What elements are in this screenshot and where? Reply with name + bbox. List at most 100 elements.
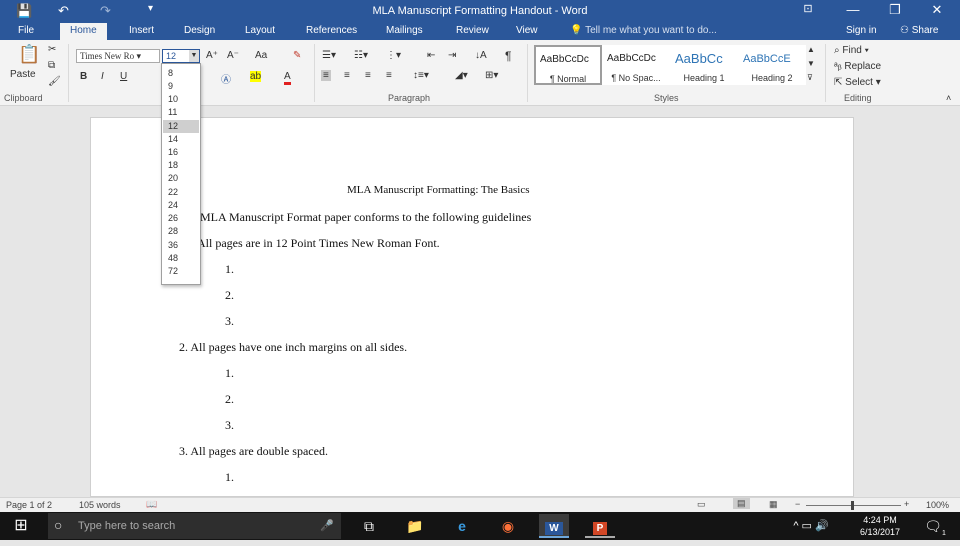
font-size-option[interactable]: 10	[163, 93, 199, 106]
select-button[interactable]: ⇱ Select ▾	[834, 77, 881, 88]
read-mode-icon[interactable]: ▭	[697, 499, 706, 510]
styles-more-icon[interactable]: ⊽	[807, 73, 813, 82]
tab-design[interactable]: Design	[184, 25, 215, 40]
bullets-icon[interactable]: ☰▾	[322, 50, 336, 61]
bold-button[interactable]: B	[80, 71, 87, 82]
format-painter-icon[interactable]: 🖌	[48, 76, 61, 87]
share-button[interactable]: ⚇ Share	[900, 25, 938, 40]
proofing-icon[interactable]: 📖	[146, 499, 157, 510]
tab-mailings[interactable]: Mailings	[386, 25, 423, 40]
shrink-font-icon[interactable]: A⁻	[227, 50, 239, 61]
restore-button[interactable]: ❐	[880, 2, 910, 18]
font-size-option[interactable]: 72	[163, 265, 199, 278]
word-taskbar-icon[interactable]: W	[539, 514, 569, 538]
font-size-option[interactable]: 14	[163, 133, 199, 146]
styles-scroll-down-icon[interactable]: ▼	[807, 59, 815, 68]
tab-review[interactable]: Review	[456, 25, 489, 40]
style-normal[interactable]: AaBbCcDc ¶ Normal	[534, 45, 602, 85]
file-explorer-icon[interactable]: 📁	[400, 514, 430, 538]
tab-view[interactable]: View	[516, 25, 538, 40]
zoom-in-button[interactable]: +	[904, 499, 909, 509]
find-button[interactable]: ⌕ Find ▾	[834, 45, 869, 56]
show-formatting-icon[interactable]: ¶	[505, 49, 511, 63]
grow-font-icon[interactable]: A⁺	[206, 50, 218, 61]
microphone-icon[interactable]: 🎤	[320, 519, 334, 532]
font-size-option[interactable]: 28	[163, 225, 199, 238]
justify-icon[interactable]: ≡	[386, 70, 392, 81]
text-effects-icon[interactable]: Ⓐ	[221, 71, 231, 86]
system-tray-icons[interactable]: ^ ▭ 🔊	[784, 514, 838, 538]
internet-explorer-icon[interactable]: e	[447, 514, 477, 538]
font-size-option[interactable]: 26	[163, 212, 199, 225]
clear-formatting-icon[interactable]: ✎	[293, 50, 301, 61]
sign-in-link[interactable]: Sign in	[846, 25, 877, 40]
cut-icon[interactable]: ✂	[48, 44, 56, 55]
italic-button[interactable]: I	[101, 71, 104, 82]
underline-button[interactable]: U	[120, 71, 127, 82]
font-size-option-selected[interactable]: 12	[163, 120, 199, 133]
sort-icon[interactable]: ↓A	[475, 50, 487, 61]
paste-button[interactable]: Paste	[10, 69, 36, 80]
page-count[interactable]: Page 1 of 2	[6, 500, 52, 510]
numbering-icon[interactable]: ☷▾	[354, 50, 368, 61]
style-no-spacing[interactable]: AaBbCcDc ¶ No Spac...	[602, 45, 670, 85]
borders-icon[interactable]: ⊞▾	[485, 70, 498, 81]
copy-icon[interactable]: ⧉	[48, 60, 55, 71]
print-layout-icon[interactable]: ▤	[733, 498, 750, 509]
font-size-option[interactable]: 16	[163, 146, 199, 159]
word-count[interactable]: 105 words	[79, 500, 121, 510]
increase-indent-icon[interactable]: ⇥	[448, 50, 456, 61]
highlight-icon[interactable]: ab	[250, 71, 262, 82]
windows-start-icon[interactable]: ⊞	[6, 514, 36, 538]
font-size-option[interactable]: 36	[163, 239, 199, 252]
align-center-icon[interactable]: ≡	[344, 70, 350, 81]
font-size-option[interactable]: 9	[163, 80, 199, 93]
cursor-icon: ⇱	[834, 77, 846, 88]
tab-references[interactable]: References	[306, 25, 357, 40]
shading-icon[interactable]: ◢▾	[455, 70, 468, 81]
zoom-level[interactable]: 100%	[926, 500, 949, 510]
font-size-option[interactable]: 24	[163, 199, 199, 212]
collapse-ribbon-icon[interactable]: ˄	[946, 93, 951, 103]
tab-home[interactable]: Home	[60, 23, 107, 40]
change-case-icon[interactable]: Aa	[255, 50, 267, 61]
font-size-option[interactable]: 22	[163, 186, 199, 199]
line-spacing-icon[interactable]: ↕≡▾	[413, 70, 429, 81]
font-size-option[interactable]: 8	[163, 67, 199, 80]
align-left-icon[interactable]: ≡	[321, 70, 331, 81]
zoom-out-button[interactable]: −	[795, 499, 800, 509]
task-view-icon[interactable]: ⧉	[354, 514, 384, 538]
decrease-indent-icon[interactable]: ⇤	[427, 50, 435, 61]
font-size-option[interactable]: 48	[163, 252, 199, 265]
taskbar-search-box[interactable]: ○ Type here to search 🎤	[48, 513, 341, 539]
firefox-icon[interactable]: ◉	[493, 514, 523, 538]
close-button[interactable]: ✕	[922, 2, 952, 18]
replace-button[interactable]: ᵃᵦ Replace	[834, 61, 881, 72]
font-size-option[interactable]: 20	[163, 172, 199, 185]
font-color-icon[interactable]: A	[284, 71, 291, 85]
paste-icon[interactable]: 📋	[18, 44, 40, 65]
tell-me-box[interactable]: 💡 Tell me what you want to do...	[570, 25, 717, 40]
web-layout-icon[interactable]: ▦	[769, 499, 778, 510]
align-right-icon[interactable]: ≡	[365, 70, 371, 81]
styles-scroll-up-icon[interactable]: ▲	[807, 45, 815, 54]
powerpoint-taskbar-icon[interactable]: P	[585, 514, 615, 538]
tab-file[interactable]: File	[18, 25, 34, 40]
tab-layout[interactable]: Layout	[245, 25, 275, 40]
font-family-box[interactable]: Times New Ro ▾	[76, 49, 160, 63]
multilevel-list-icon[interactable]: ⋮▾	[386, 50, 401, 61]
style-heading-1[interactable]: AaBbCc Heading 1	[670, 45, 738, 85]
group-divider	[527, 44, 528, 102]
document-page[interactable]	[90, 117, 854, 497]
font-size-option[interactable]: 18	[163, 159, 199, 172]
font-size-dropdown-button[interactable]: ▼	[189, 50, 199, 62]
find-label: Find	[842, 45, 862, 56]
minimize-button[interactable]: —	[838, 2, 868, 17]
zoom-slider-thumb[interactable]	[851, 501, 854, 510]
ribbon-display-options-button[interactable]: ⊡	[793, 2, 823, 15]
font-size-option[interactable]: 11	[163, 106, 199, 119]
style-heading-2[interactable]: AaBbCcE Heading 2	[738, 45, 806, 85]
tab-insert[interactable]: Insert	[129, 25, 154, 40]
action-center-icon[interactable]: 🗨1	[920, 514, 950, 538]
clock[interactable]: 4:24 PM 6/13/2017	[840, 514, 920, 538]
